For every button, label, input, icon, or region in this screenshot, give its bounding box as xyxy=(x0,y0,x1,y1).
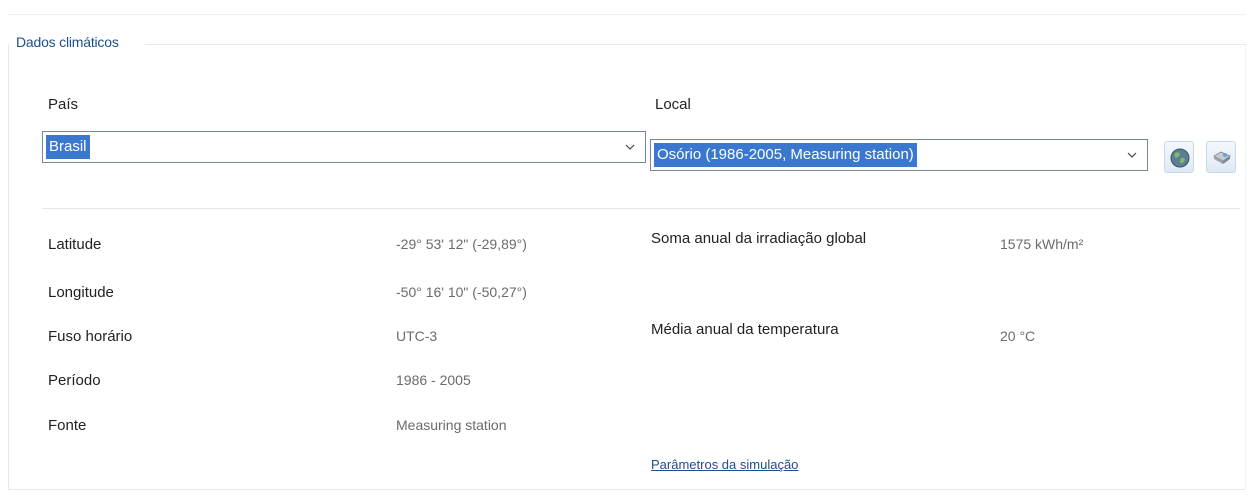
period-label: Período xyxy=(48,372,101,389)
group-border-top xyxy=(145,44,1246,45)
country-label: País xyxy=(48,96,79,113)
temperature-value: 20 °C xyxy=(1000,328,1036,344)
source-label: Fonte xyxy=(48,417,87,434)
location-select[interactable]: Osório (1986-2005, Measuring station) xyxy=(650,139,1148,171)
section-divider xyxy=(42,208,1240,209)
irradiation-label: Soma anual da irradiação global xyxy=(651,230,867,247)
globe-button[interactable] xyxy=(1164,141,1194,173)
climate-data-group xyxy=(8,44,1246,490)
group-title: Dados climáticos xyxy=(12,34,123,50)
map-icon xyxy=(1212,151,1232,164)
longitude-label: Longitude xyxy=(48,284,114,301)
chevron-down-icon[interactable] xyxy=(621,138,639,156)
simulation-parameters-link[interactable]: Parâmetros da simulação xyxy=(651,457,798,472)
map-button[interactable] xyxy=(1206,141,1236,173)
location-select-value: Osório (1986-2005, Measuring station) xyxy=(654,143,917,167)
period-value: 1986 - 2005 xyxy=(396,372,471,388)
irradiation-value: 1575 kWh/m² xyxy=(1000,236,1084,252)
latitude-value: -29° 53' 12" (-29,89°) xyxy=(396,236,527,252)
source-value: Measuring station xyxy=(396,417,507,433)
timezone-value: UTC-3 xyxy=(396,328,438,344)
chevron-down-icon[interactable] xyxy=(1123,146,1141,164)
longitude-value: -50° 16' 10" (-50,27°) xyxy=(396,284,527,300)
location-label: Local xyxy=(655,96,691,113)
top-divider xyxy=(8,14,1246,15)
temperature-label: Média anual da temperatura xyxy=(651,321,839,338)
country-select-value: Brasil xyxy=(46,135,90,159)
latitude-label: Latitude xyxy=(48,236,102,253)
timezone-label: Fuso horário xyxy=(48,328,133,345)
country-select[interactable]: Brasil xyxy=(42,131,646,163)
globe-icon xyxy=(1170,148,1190,168)
